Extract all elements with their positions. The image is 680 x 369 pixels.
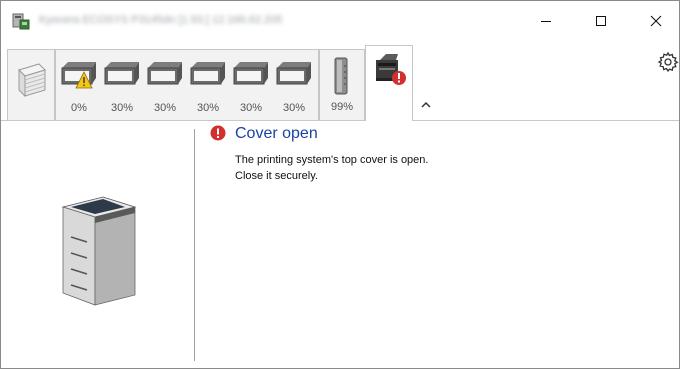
status-message-line-2: Close it securely. (235, 170, 318, 182)
paper-stack-icon (18, 63, 46, 98)
cassette-3[interactable]: 30% (146, 60, 184, 114)
status-title: Cover open (235, 125, 318, 142)
tab-toner[interactable]: 99% (319, 49, 365, 120)
tab-paper[interactable] (7, 49, 55, 120)
cassette-6[interactable]: 30% (275, 60, 313, 114)
cassette-2[interactable]: 30% (103, 60, 141, 114)
status-message-line-1: The printing system's top cover is open. (235, 154, 429, 166)
status-toolbar: 0% 30% 30% 30% 30% 30% 99% (1, 41, 679, 121)
cassette-1[interactable]: 0% (60, 60, 98, 114)
toner-icon (334, 57, 348, 95)
cassette-icon (233, 62, 268, 85)
tab-device-status[interactable] (365, 45, 413, 121)
close-button[interactable] (633, 1, 679, 41)
cassette-icon (190, 62, 225, 85)
status-monitor-window: Kyocera ECOSYS P3145dn [1.93.] 12.166.62… (0, 0, 680, 369)
cassette-level: 0% (71, 102, 87, 114)
cassette-icon (104, 62, 139, 85)
printer-image (59, 195, 139, 312)
cassette-5[interactable]: 30% (232, 60, 270, 114)
cassette-4[interactable]: 30% (189, 60, 227, 114)
title-bar[interactable]: Kyocera ECOSYS P3145dn [1.93.] 12.166.62… (1, 1, 679, 41)
cassette-level: 30% (239, 102, 263, 114)
cassette-level: 30% (153, 102, 177, 114)
cassette-icon (147, 62, 182, 85)
chevron-up-icon (421, 101, 431, 108)
toner-level: 99% (330, 101, 354, 113)
close-icon (650, 15, 662, 27)
minimize-icon (541, 21, 551, 22)
minimize-button[interactable] (523, 1, 569, 41)
window-title: Kyocera ECOSYS P3145dn [1.93.] 12.166.62… (39, 14, 283, 26)
pane-divider (194, 129, 195, 361)
gear-icon (657, 51, 679, 73)
printer-app-icon (11, 12, 31, 30)
settings-button[interactable] (657, 51, 679, 73)
tab-cassettes[interactable]: 0% 30% 30% 30% 30% 30% (55, 49, 319, 120)
device-error-icon (376, 54, 406, 85)
collapse-toolbar-button[interactable] (419, 98, 433, 110)
maximize-icon (596, 16, 606, 26)
error-icon (210, 125, 226, 141)
cassette-level: 30% (282, 102, 306, 114)
maximize-button[interactable] (578, 1, 624, 41)
cassette-icon (276, 62, 311, 85)
cassette-level: 30% (196, 102, 220, 114)
cassette-icon (61, 62, 96, 89)
cassette-level: 30% (110, 102, 134, 114)
toolbar-divider (1, 120, 679, 121)
